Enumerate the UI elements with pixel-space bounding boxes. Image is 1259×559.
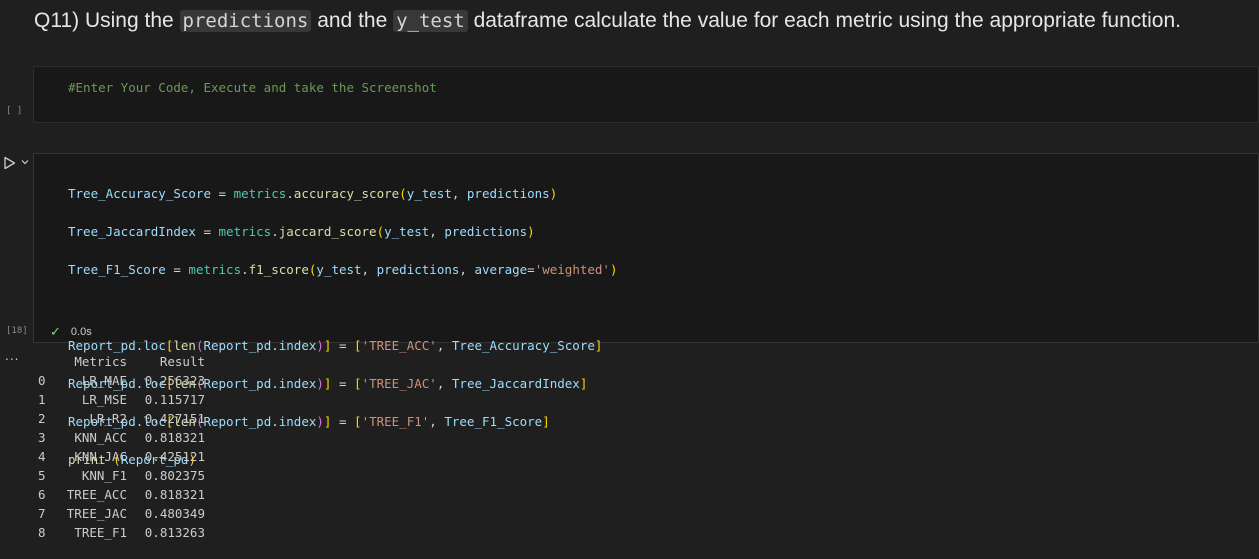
question-mid: and the: [311, 9, 394, 32]
output-metric: KNN_ACC: [74, 430, 127, 445]
inline-code-y-test: y_test: [393, 10, 468, 32]
output-result: 0.480349: [144, 506, 205, 521]
cell-2-status: ✓ 0.0s: [50, 324, 92, 340]
cell-1-exec-count: [ ]: [6, 106, 23, 116]
output-row: 2 LR_R2 0.427151: [38, 409, 205, 428]
output-index: 4: [38, 449, 46, 464]
output-metric: KNN_JAC: [74, 449, 127, 464]
output-metric: TREE_ACC: [66, 487, 127, 502]
cell-2-exec-count: [18]: [6, 326, 28, 336]
output-index: 2: [38, 411, 46, 426]
execution-time: 0.0s: [70, 326, 92, 338]
cell-1-code[interactable]: #Enter Your Code, Execute and take the S…: [68, 78, 437, 97]
output-metric: LR_MSE: [81, 392, 127, 407]
output-metric: KNN_F1: [81, 468, 127, 483]
chevron-down-icon[interactable]: [20, 157, 30, 167]
output-row: 3 KNN_ACC 0.818321: [38, 428, 205, 447]
output-result: 0.427151: [144, 411, 205, 426]
output-index: 3: [38, 430, 46, 445]
output-row: 8 TREE_F1 0.813263: [38, 523, 205, 542]
output-index: 7: [38, 506, 46, 521]
cell-2-output: Metrics Result 0 LR_MAE 0.256323 1 LR_MS…: [38, 352, 205, 542]
output-index: 5: [38, 468, 46, 483]
output-index: [38, 352, 60, 371]
notebook-page: Q11) Using the predictions and the y_tes…: [0, 0, 1259, 559]
output-row: 4 KNN_JAC 0.425121: [38, 447, 205, 466]
output-row: 6 TREE_ACC 0.818321: [38, 485, 205, 504]
output-header-row: Metrics Result: [38, 352, 205, 371]
output-menu-icon[interactable]: ...: [5, 349, 19, 363]
output-metric: TREE_F1: [74, 525, 127, 540]
output-metric: TREE_JAC: [66, 506, 127, 521]
output-index: 0: [38, 373, 46, 388]
output-result: 0.115717: [144, 392, 205, 407]
output-result: 0.818321: [144, 487, 205, 502]
output-row: 7 TREE_JAC 0.480349: [38, 504, 205, 523]
output-index: 1: [38, 392, 46, 407]
output-result: 0.425121: [144, 449, 205, 464]
play-icon: [3, 156, 15, 170]
output-row: 1 LR_MSE 0.115717: [38, 390, 205, 409]
output-index: 6: [38, 487, 46, 502]
code-line-1: Tree_Accuracy_Score = metrics.accuracy_s…: [68, 186, 558, 201]
output-metric: LR_MAE: [81, 373, 127, 388]
output-header-metrics: Metrics: [74, 354, 127, 369]
question-suffix: dataframe calculate the value for each m…: [467, 9, 1181, 32]
output-row: 5 KNN_F1 0.802375: [38, 466, 205, 485]
output-result: 0.818321: [144, 430, 205, 445]
question-prefix: Q11) Using the: [34, 9, 180, 32]
output-result: 0.256323: [144, 373, 205, 388]
output-row: 0 LR_MAE 0.256323: [38, 371, 205, 390]
output-index: 8: [38, 525, 46, 540]
question-heading: Q11) Using the predictions and the y_tes…: [34, 6, 1181, 36]
output-result: 0.802375: [144, 468, 205, 483]
output-header-result: Result: [159, 354, 205, 369]
inline-code-predictions: predictions: [179, 10, 312, 32]
run-cell-button[interactable]: [2, 156, 16, 170]
output-metric: LR_R2: [89, 411, 127, 426]
code-line-3: Tree_F1_Score = metrics.f1_score(y_test,…: [68, 262, 618, 277]
check-icon: ✓: [50, 324, 61, 339]
code-line-2: Tree_JaccardIndex = metrics.jaccard_scor…: [68, 224, 535, 239]
output-result: 0.813263: [144, 525, 205, 540]
